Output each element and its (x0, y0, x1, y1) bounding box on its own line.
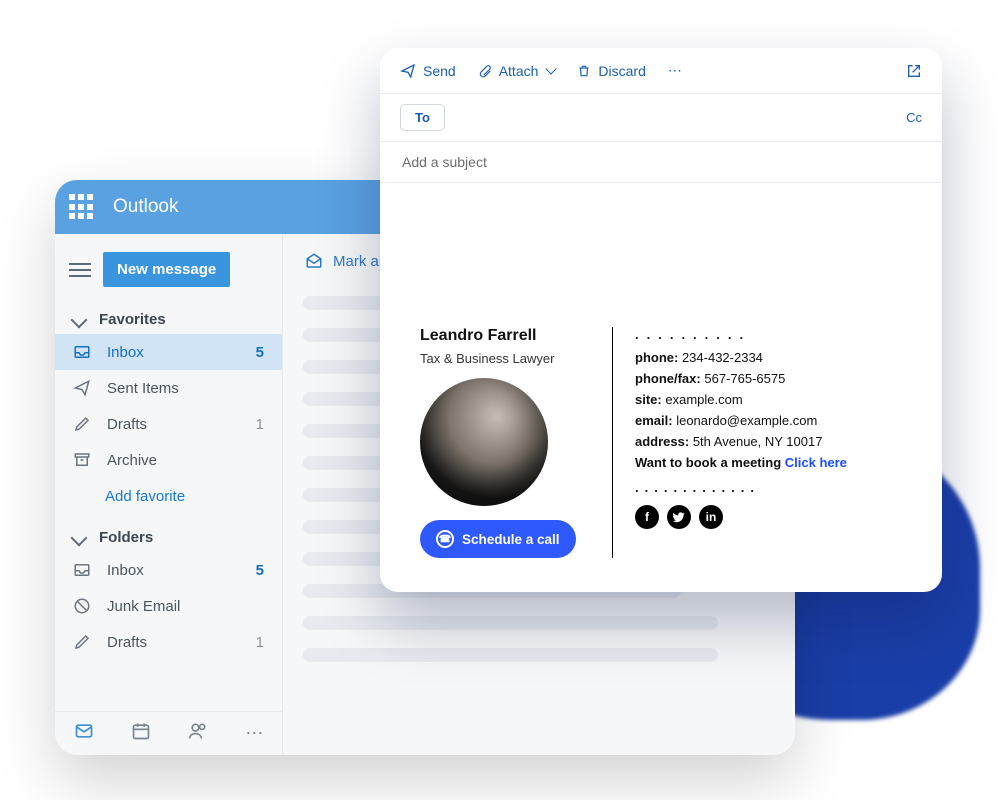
archive-icon (73, 451, 93, 469)
sent-icon (73, 379, 93, 397)
email-signature: Leandro Farrell Tax & Business Lawyer ☎ … (380, 301, 942, 592)
app-launcher-icon[interactable] (69, 194, 95, 220)
sidebar-item-sent[interactable]: Sent Items (55, 370, 282, 406)
divider (380, 182, 942, 183)
sidebar-item-archive[interactable]: Archive (55, 442, 282, 478)
compose-window: Send Attach Discard ⋯ To Cc Leandro Farr… (380, 48, 942, 592)
inbox-icon (73, 343, 93, 361)
popout-button[interactable] (906, 63, 922, 79)
signature-divider (612, 327, 613, 558)
add-favorite-link[interactable]: Add favorite (55, 478, 282, 515)
sidebar-item-label: Inbox (107, 344, 144, 361)
people-module-icon[interactable] (188, 721, 208, 746)
signature-phone: phone: 234-432-2334 (635, 350, 847, 365)
twitter-icon[interactable] (667, 505, 691, 529)
signature-address: address: 5th Avenue, NY 10017 (635, 434, 847, 449)
menu-icon[interactable] (69, 259, 91, 281)
sidebar-item-label: Drafts (107, 416, 147, 433)
social-icons: f in (635, 505, 847, 529)
drafts-badge: 1 (256, 416, 264, 433)
chevron-down-icon (71, 529, 88, 546)
to-button[interactable]: To (400, 104, 445, 131)
mail-module-icon[interactable] (74, 721, 94, 746)
more-modules-icon[interactable]: ⋯ (245, 723, 263, 744)
subject-input[interactable] (380, 142, 942, 182)
drafts-icon (73, 415, 93, 433)
sidebar-item-label: Archive (107, 452, 157, 469)
cc-button[interactable]: Cc (906, 110, 922, 125)
favorites-header[interactable]: Favorites (55, 297, 282, 334)
decorative-dots: .......... (635, 327, 847, 342)
signature-avatar (420, 378, 548, 506)
folders-header[interactable]: Folders (55, 515, 282, 552)
send-button[interactable]: Send (400, 63, 456, 79)
new-message-button[interactable]: New message (103, 252, 230, 287)
message-placeholder (303, 616, 718, 630)
send-label: Send (423, 63, 456, 79)
sidebar-item-inbox[interactable]: Inbox 5 (55, 334, 282, 370)
chevron-down-icon (546, 63, 557, 74)
attach-label: Attach (499, 63, 539, 79)
phone-icon: ☎ (436, 530, 454, 548)
folders-label: Folders (99, 529, 153, 546)
send-icon (400, 63, 416, 79)
more-actions-button[interactable]: ⋯ (668, 62, 684, 79)
favorites-label: Favorites (99, 311, 166, 328)
drafts2-badge: 1 (256, 634, 264, 651)
signature-site: site: example.com (635, 392, 847, 407)
sidebar-item-label: Inbox (107, 562, 144, 579)
inbox-badge: 5 (256, 344, 264, 361)
attach-icon (478, 63, 492, 79)
signature-booking: Want to book a meeting Click here (635, 455, 847, 470)
facebook-icon[interactable]: f (635, 505, 659, 529)
schedule-call-button[interactable]: ☎ Schedule a call (420, 520, 576, 558)
discard-button[interactable]: Discard (577, 63, 645, 79)
message-placeholder (303, 648, 718, 662)
app-title: Outlook (113, 196, 178, 218)
sidebar-item-label: Junk Email (107, 598, 180, 615)
sidebar-item-label: Sent Items (107, 380, 179, 397)
calendar-module-icon[interactable] (131, 721, 151, 746)
linkedin-icon[interactable]: in (699, 505, 723, 529)
signature-role: Tax & Business Lawyer (420, 351, 590, 366)
schedule-label: Schedule a call (462, 532, 560, 547)
drafts-icon (73, 633, 93, 651)
discard-label: Discard (598, 63, 645, 79)
sidebar-item-drafts2[interactable]: Drafts 1 (55, 624, 282, 660)
signature-name: Leandro Farrell (420, 327, 590, 345)
booking-link[interactable]: Click here (785, 455, 847, 470)
compose-toolbar: Send Attach Discard ⋯ (380, 48, 942, 93)
trash-icon (577, 63, 591, 79)
chevron-down-icon (71, 311, 88, 328)
signature-phonefax: phone/fax: 567-765-6575 (635, 371, 847, 386)
address-row: To Cc (380, 94, 942, 141)
inbox2-badge: 5 (256, 562, 264, 579)
sidebar-item-junk[interactable]: Junk Email (55, 588, 282, 624)
decorative-dots: ............. (635, 480, 847, 495)
attach-button[interactable]: Attach (478, 63, 556, 79)
sidebar-item-label: Drafts (107, 634, 147, 651)
signature-email: email: leonardo@example.com (635, 413, 847, 428)
sidebar-item-drafts[interactable]: Drafts 1 (55, 406, 282, 442)
sidebar: New message Favorites Inbox 5 Sent Items (55, 234, 283, 755)
sidebar-item-inbox2[interactable]: Inbox 5 (55, 552, 282, 588)
module-switcher: ⋯ (55, 711, 282, 755)
mail-open-icon (305, 252, 323, 270)
inbox-icon (73, 561, 93, 579)
junk-icon (73, 597, 93, 615)
popout-icon (906, 63, 922, 79)
